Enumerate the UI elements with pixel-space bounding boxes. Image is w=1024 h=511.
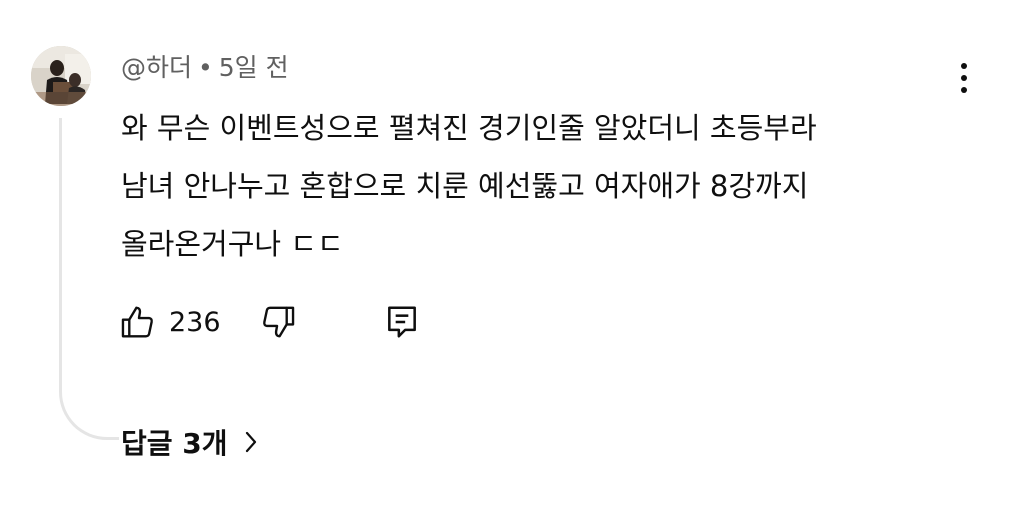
- comment-text-line: 와 무슨 이벤트성으로 펼쳐진 경기인줄 알았더니 초등부라: [121, 111, 817, 145]
- header-separator: •: [198, 53, 213, 82]
- thread-line: [59, 118, 119, 440]
- thumb-up-icon: [119, 303, 157, 341]
- more-options-button[interactable]: [948, 58, 980, 98]
- like-button[interactable]: 236: [119, 298, 221, 346]
- comment-text: 와 무슨 이벤트성으로 펼쳐진 경기인줄 알았더니 초등부라 남녀 안나누고 혼…: [121, 99, 941, 273]
- view-replies-button[interactable]: 답글 3개: [121, 420, 258, 464]
- avatar[interactable]: [31, 46, 91, 106]
- like-count: 236: [169, 306, 221, 338]
- comment-reply-icon: [383, 303, 421, 341]
- chevron-right-icon: [244, 430, 258, 454]
- more-vert-icon: [961, 63, 967, 93]
- avatar-image: [31, 46, 91, 106]
- thumb-down-icon: [259, 303, 297, 341]
- replies-count-label: 답글 3개: [121, 427, 228, 460]
- comment-text-line: 올라온거구나 ㄷㄷ: [121, 227, 344, 261]
- reply-button[interactable]: [383, 298, 421, 346]
- comment-timestamp[interactable]: 5일 전: [219, 53, 289, 82]
- comment-header: @하더 • 5일 전: [121, 52, 289, 84]
- dislike-button[interactable]: [259, 298, 297, 346]
- author-name[interactable]: @하더: [121, 53, 192, 82]
- comment-text-line: 남녀 안나누고 혼합으로 치룬 예선뚫고 여자애가 8강까지: [121, 169, 809, 203]
